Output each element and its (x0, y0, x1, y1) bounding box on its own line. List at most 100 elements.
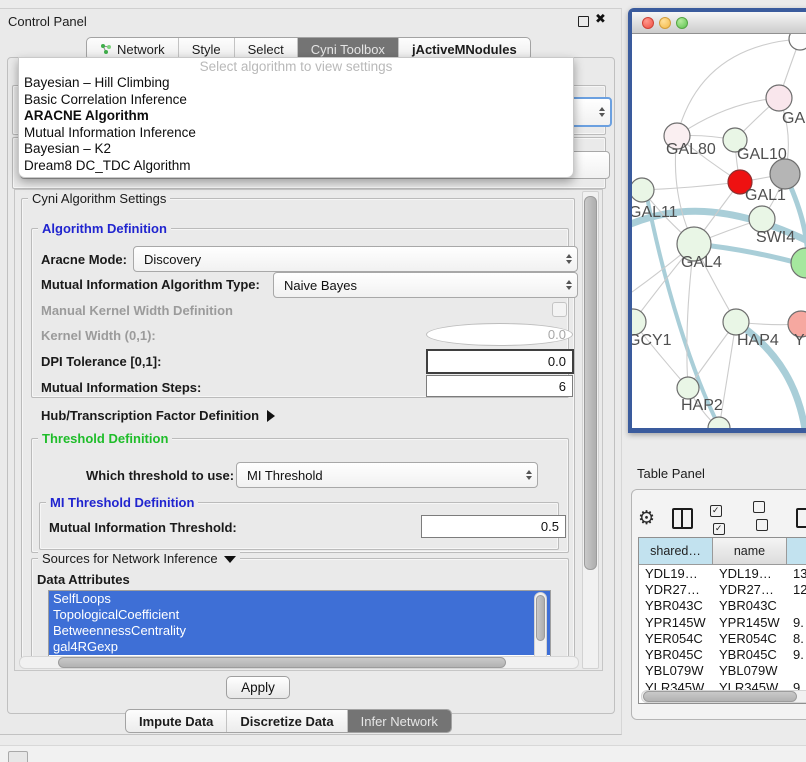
node-table[interactable]: shared… name A YDL19…YDL19…13YDR27…YDR27… (638, 537, 806, 704)
mi-threshold-field[interactable]: 0.5 (421, 515, 566, 538)
table-toolbar: ⚙ ✓✓ (638, 506, 806, 530)
hub-definition-toggle[interactable]: Hub/Transcription Factor Definition (41, 408, 275, 423)
table-cell[interactable]: YPR145W (639, 614, 713, 630)
data-attributes-list[interactable]: SelfLoopsTopologicalCoefficientBetweenne… (48, 590, 551, 666)
combo-stepper-icon (599, 107, 605, 117)
table-cell[interactable]: YDL19… (639, 565, 713, 581)
mi-steps-label: Mutual Information Steps: (41, 380, 201, 395)
settings-vscrollbar[interactable] (582, 191, 599, 669)
apply-button-label: Apply (241, 680, 275, 695)
mi-steps-field[interactable]: 6 (426, 375, 573, 397)
dpi-tolerance-field[interactable]: 0.0 (426, 349, 574, 374)
tab-impute-data[interactable]: Impute Data (126, 710, 227, 732)
tab-impute-data-label: Impute Data (139, 714, 213, 729)
network-node[interactable] (789, 34, 806, 50)
table-cell[interactable]: 12 (787, 581, 806, 597)
network-node[interactable] (708, 417, 730, 428)
table-cell[interactable]: YBR043C (713, 598, 787, 614)
mini-button[interactable] (8, 751, 28, 762)
table-cell[interactable]: 8. (787, 630, 806, 646)
attribute-item[interactable]: SelfLoops (49, 591, 550, 607)
expand-arrow-icon (267, 410, 275, 422)
algorithm-option[interactable]: Basic Correlation Inference (19, 92, 573, 109)
float-window-icon[interactable] (578, 16, 589, 27)
network-canvas[interactable]: GALGAL80GAL10GAL1GAL11SWI4GAL4GCY1HAP4YH… (632, 34, 806, 428)
network-node[interactable] (770, 159, 800, 189)
network-node[interactable] (791, 248, 806, 278)
gear-icon[interactable]: ⚙ (638, 509, 655, 528)
table-cell[interactable]: YBR043C (639, 598, 713, 614)
table-cell[interactable]: YDR27… (713, 581, 787, 597)
network-window-inner: GALGAL80GAL10GAL1GAL11SWI4GAL4GCY1HAP4YH… (632, 12, 806, 428)
table-cell[interactable]: YER054C (713, 630, 787, 646)
table-cell[interactable]: YBL079W (713, 663, 787, 679)
which-threshold-combo[interactable]: MI Threshold (236, 462, 538, 488)
minimize-window-icon[interactable] (659, 17, 671, 29)
deselect-columns-icon[interactable] (753, 500, 779, 536)
network-node-gal11[interactable] (632, 178, 654, 202)
column-header-shared-name[interactable]: shared… (639, 538, 713, 564)
table-row[interactable]: YER054CYER054C8. (639, 630, 806, 646)
network-node-hap2[interactable] (677, 377, 699, 399)
file-icon[interactable] (796, 508, 806, 528)
algorithm-option[interactable]: ARACNE Algorithm (19, 108, 573, 125)
table-cell[interactable]: 13 (787, 565, 806, 581)
which-threshold-label: Which threshold to use: (86, 468, 234, 483)
mi-type-combo[interactable]: Naive Bayes (273, 272, 578, 298)
close-panel-icon[interactable]: ✖ (595, 11, 606, 27)
attribute-item[interactable]: gal4RGexp (49, 639, 550, 655)
column-header-third[interactable]: A (787, 538, 806, 564)
algorithm-option[interactable]: Bayesian – Hill Climbing (19, 75, 573, 92)
table-cell[interactable] (787, 598, 806, 614)
kernel-width-field[interactable]: 0.0 (426, 323, 573, 346)
maximize-window-icon[interactable] (676, 17, 688, 29)
table-row[interactable]: YBL079WYBL079W (639, 663, 806, 679)
table-row[interactable]: YDL19…YDL19…13 (639, 565, 806, 581)
table-row[interactable]: YPR145WYPR145W9. (639, 614, 806, 630)
close-window-icon[interactable] (642, 17, 654, 29)
mi-threshold-label: Mutual Information Threshold: (49, 520, 237, 535)
table-row[interactable]: YBR043CYBR043C (639, 598, 806, 614)
table-row[interactable]: YDR27…YDR27…12 (639, 581, 806, 597)
attribute-item[interactable]: BetweennessCentrality (49, 623, 550, 639)
table-cell[interactable] (787, 663, 806, 679)
mi-steps-value: 6 (559, 379, 566, 394)
algorithm-dropdown-hint: Select algorithm to view settings (19, 58, 573, 75)
tab-infer-network[interactable]: Infer Network (348, 710, 451, 732)
tab-infer-network-label: Infer Network (361, 714, 438, 729)
node-label: GAL80 (666, 141, 716, 158)
table-cell[interactable]: YPR145W (713, 614, 787, 630)
table-cell[interactable]: YBL079W (639, 663, 713, 679)
network-view-window[interactable]: GALGAL80GAL10GAL1GAL11SWI4GAL4GCY1HAP4YH… (628, 8, 806, 433)
table-cell[interactable]: 9. (787, 646, 806, 662)
select-all-columns-icon[interactable]: ✓✓ (710, 500, 736, 536)
algorithm-option[interactable]: Bayesian – K2 (19, 141, 573, 158)
table-row[interactable]: YBR045CYBR045C9. (639, 646, 806, 662)
table-cell[interactable]: 9. (787, 614, 806, 630)
table-cell[interactable]: YDR27… (639, 581, 713, 597)
attributes-scrollbar[interactable] (534, 592, 547, 662)
node-label: GAL4 (681, 254, 722, 271)
network-window-titlebar[interactable] (632, 12, 806, 34)
algorithm-option[interactable]: Dream8 DC_TDC Algorithm (19, 158, 573, 175)
aracne-mode-combo[interactable]: Discovery (133, 246, 578, 272)
table-cell[interactable]: YBR045C (713, 646, 787, 662)
node-label: Y (794, 332, 805, 349)
kernel-width-label: Kernel Width (0,1): (41, 328, 156, 343)
table-cell[interactable]: YDL19… (713, 565, 787, 581)
network-node-gal[interactable] (766, 85, 792, 111)
columns-icon[interactable] (672, 508, 693, 529)
manual-kernel-checkbox[interactable] (552, 302, 567, 317)
table-cell[interactable]: YBR045C (639, 646, 713, 662)
table-hscrollbar[interactable] (641, 690, 806, 703)
tab-discretize-data[interactable]: Discretize Data (227, 710, 347, 732)
table-cell[interactable]: YER054C (639, 630, 713, 646)
dpi-tolerance-value: 0.0 (548, 354, 566, 369)
algorithm-option[interactable]: Mutual Information Inference (19, 125, 573, 142)
mi-threshold-group-title: MI Threshold Definition (46, 495, 198, 510)
combo-stepper-icon (566, 280, 572, 290)
attribute-item[interactable]: TopologicalCoefficient (49, 607, 550, 623)
apply-button[interactable]: Apply (226, 676, 290, 699)
settings-hscrollbar[interactable] (19, 656, 579, 669)
column-header-name[interactable]: name (713, 538, 787, 564)
